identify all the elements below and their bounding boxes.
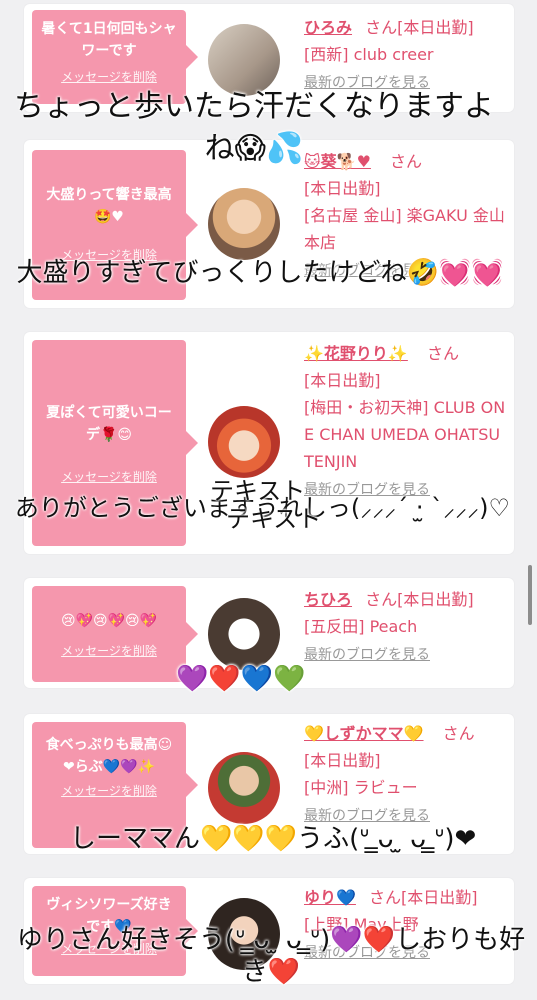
status-text: [本日出勤] bbox=[304, 179, 381, 198]
shop-text: [名古屋 金山] 楽GAKU 金山本店 bbox=[304, 206, 505, 252]
profile-name-link[interactable]: ちひろ bbox=[304, 590, 352, 609]
shop-text: [西新] club creer bbox=[304, 45, 434, 64]
profile-info: ✨花野りり✨ さん [本日出勤] [梅田・お初天神] CLUB ONE CHAN… bbox=[304, 340, 509, 504]
message-text: 😢💖😢💖😢💖 bbox=[60, 613, 158, 629]
san-label: さん bbox=[426, 344, 459, 363]
shop-text: [梅田・お初天神] CLUB ONE CHAN UMEDA OHATSUTENJ… bbox=[304, 398, 506, 471]
message-bubble: 😢💖😢💖😢💖 メッセージを削除 bbox=[32, 586, 186, 682]
status-text: さん[本日出勤] bbox=[365, 18, 474, 37]
scrollbar[interactable] bbox=[528, 565, 532, 625]
delete-message-link[interactable]: メッセージを削除 bbox=[61, 782, 157, 799]
overlay-caption: 大盛りすぎてびっくりしたけどね🤣💓💓 bbox=[16, 258, 504, 288]
status-text: さん[本日出勤] bbox=[369, 888, 478, 907]
status-text: [本日出勤] bbox=[304, 751, 381, 770]
profile-name-link[interactable]: ✨花野りり✨ bbox=[304, 344, 408, 363]
avatar[interactable] bbox=[208, 598, 280, 670]
delete-message-link[interactable]: メッセージを削除 bbox=[61, 68, 157, 85]
delete-message-link[interactable]: メッセージを削除 bbox=[61, 642, 157, 659]
shop-text: [五反田] Peach bbox=[304, 617, 418, 636]
profile-info: 💛しずかママ💛 さん [本日出勤] [中洲] ラビュー 最新のブログを見る bbox=[304, 720, 509, 830]
overlay-caption: ゆりさん好きそう(ᐡ ̳ᴗ ̫ ᴗ ̳ᐡ)💜❤️しおりも好き❤️ bbox=[16, 925, 526, 987]
avatar[interactable] bbox=[208, 752, 280, 824]
overlay-caption: しーママん💛💛💛うふ(ᐡ ̳ᴗ ̫ ᴗ ̳ᐡ)❤ bbox=[70, 824, 477, 854]
latest-blog-link[interactable]: 最新のブログを見る bbox=[304, 642, 430, 669]
profile-info: ちひろ さん[本日出勤] [五反田] Peach 最新のブログを見る bbox=[304, 586, 509, 669]
avatar[interactable] bbox=[208, 406, 280, 478]
profile-name-link[interactable]: 💛しずかママ💛 bbox=[304, 724, 424, 743]
status-text: さん[本日出勤] bbox=[365, 590, 474, 609]
profile-name-link[interactable]: ゆり💙 bbox=[304, 888, 356, 907]
san-label: さん bbox=[442, 724, 475, 743]
profile-info: ひろみ さん[本日出勤] [西新] club creer 最新のブログを見る bbox=[304, 14, 509, 97]
message-text: 食べっぷりも最高☺❤らぶ💙💜✨ bbox=[45, 737, 173, 775]
overlay-caption: ちょっと歩いたら汗だくなりますよね😱💦 bbox=[14, 89, 494, 166]
overlay-caption: 💜❤️💙💚 bbox=[176, 664, 306, 694]
delete-message-link[interactable]: メッセージを削除 bbox=[61, 468, 157, 485]
message-text: 暑くて1日何回もシャワーです bbox=[41, 21, 177, 59]
message-text: 夏ぽくて可愛いコーデ🌹😊 bbox=[46, 405, 172, 443]
avatar[interactable] bbox=[208, 188, 280, 260]
profile-name-link[interactable]: ひろみ bbox=[304, 18, 352, 37]
shop-text: [中洲] ラビュー bbox=[304, 778, 418, 797]
overlay-caption: テキスト bbox=[226, 505, 322, 533]
status-text: [本日出勤] bbox=[304, 371, 381, 390]
